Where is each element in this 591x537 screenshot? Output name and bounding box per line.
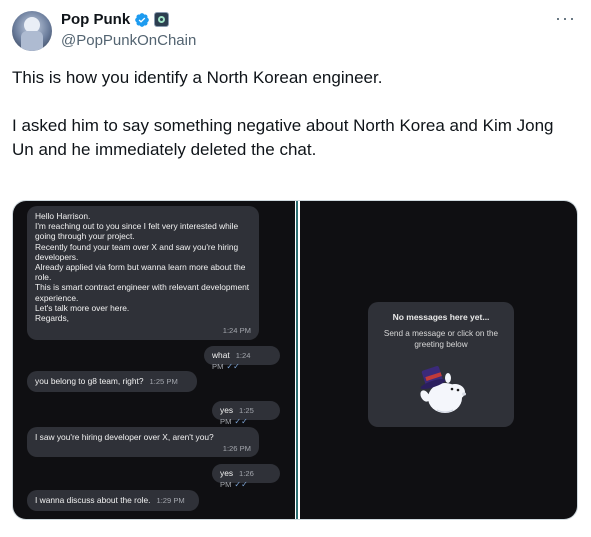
empty-chat-card: No messages here yet... Send a message o… [368,302,514,427]
read-receipt-icon: ✓✓ [234,480,248,490]
verified-badge-icon [135,12,150,27]
message-line: Already applied via form but wanna learn… [35,262,246,283]
message-text: I wanna discuss about the role. [35,495,151,505]
tweet-media-image[interactable]: Hello Harrison. I'm reaching out to you … [12,200,578,520]
avatar-body [21,31,43,51]
message-line: Regards, [35,313,69,324]
author-name-row: Pop Punk [61,11,170,28]
empty-chat-title: No messages here yet... [392,312,490,322]
author-avatar[interactable] [12,11,52,51]
message-line: This is smart contract engineer with rel… [35,282,250,303]
message-text: I saw you're hiring developer over X, ar… [35,432,214,442]
panel-divider [296,201,298,519]
message-bubble-incoming: I saw you're hiring developer over X, ar… [27,427,259,457]
tweet-paragraph-1: This is how you identify a North Korean … [12,68,383,87]
message-text: yes [220,468,234,478]
chat-screenshot-right: No messages here yet... Send a message o… [300,201,577,519]
author-handle[interactable]: @PopPunkOnChain [61,32,196,49]
tweet-text: This is how you identify a North Korean … [12,66,577,162]
message-line: Hello Harrison. [35,211,91,221]
more-options-icon[interactable]: ··· [555,8,576,29]
message-bubble-incoming: you belong to g8 team, right? 1:25 PM [27,371,197,392]
message-bubble-outgoing: yes 1:25 PM ✓✓ [212,401,280,426]
message-bubble-incoming: I wanna discuss about the role. 1:29 PM [27,490,199,511]
empty-chat-subtitle: Send a message or click on the greeting … [383,329,499,349]
message-time: 1:24 PM [222,325,251,335]
message-time: 1:29 PM [156,496,185,505]
message-text: yes [220,405,234,415]
message-time: 1:26 PM [222,443,251,453]
read-receipt-icon: ✓✓ [234,417,248,427]
read-receipt-icon: ✓✓ [226,362,240,372]
message-line: Recently found your team over X and saw … [35,241,239,262]
chat-screenshot-left: Hello Harrison. I'm reaching out to you … [13,201,295,519]
message-bubble-incoming: Hello Harrison. I'm reaching out to you … [27,206,259,340]
tweet-paragraph-2: I asked him to say something negative ab… [12,116,554,159]
message-bubble-outgoing: what 1:24 PM ✓✓ [204,346,280,371]
moomin-top-hat-sticker-icon [420,366,466,413]
message-text: what [212,350,230,360]
author-display-name[interactable]: Pop Punk [61,11,130,28]
message-line: Let's talk more over here. [35,302,130,313]
message-time: 1:25 PM [149,377,178,386]
message-text: you belong to g8 team, right? [35,376,144,386]
message-bubble-outgoing: yes 1:26 PM ✓✓ [212,464,280,489]
message-line: I'm reaching out to you since I felt ver… [35,221,239,242]
org-badge-icon[interactable] [154,12,170,27]
